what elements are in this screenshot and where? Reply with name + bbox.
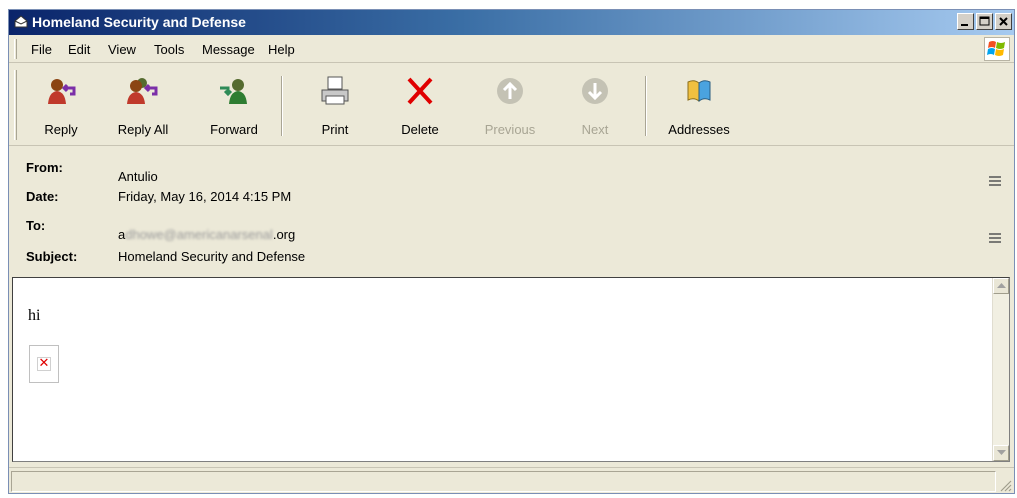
forward-button[interactable]: Forward <box>197 74 271 142</box>
scroll-up-button[interactable] <box>993 278 1009 294</box>
subject-value: Homeland Security and Defense <box>118 249 306 264</box>
delete-label: Delete <box>401 122 439 137</box>
next-icon <box>582 78 608 104</box>
status-bar <box>9 467 1014 494</box>
toolbar-separator <box>281 76 283 136</box>
previous-icon <box>497 78 523 104</box>
next-label: Next <box>581 122 609 137</box>
toolbar: Reply Reply All Forward Print Delete Pre… <box>9 64 1014 146</box>
previous-label: Previous <box>484 122 536 137</box>
windows-logo <box>984 37 1010 61</box>
addresses-label: Addresses <box>668 122 730 137</box>
maximize-button[interactable] <box>976 13 993 30</box>
menu-file[interactable]: File <box>31 42 52 57</box>
envelope-icon <box>14 15 28 28</box>
from-label: From: <box>26 160 63 175</box>
status-panel <box>11 471 996 492</box>
to-label: To: <box>26 218 46 233</box>
subject-label: Subject: <box>26 249 78 264</box>
print-button[interactable]: Print <box>307 74 363 142</box>
broken-image-icon: ✕ <box>37 356 51 371</box>
previous-button[interactable]: Previous <box>475 74 545 142</box>
toolbar-grip[interactable] <box>14 70 17 140</box>
menu-message[interactable]: Message <box>202 42 255 57</box>
menu-bar: File Edit View Tools Message Help <box>9 35 1014 63</box>
to-redacted: dhowe@americanarsenal <box>125 227 273 242</box>
menu-grip[interactable] <box>14 39 17 59</box>
message-body[interactable]: hi ✕ <box>12 277 1010 462</box>
date-value: Friday, May 16, 2014 4:15 PM <box>118 189 292 204</box>
scroll-down-icon <box>997 450 1006 455</box>
windows-flag-icon <box>987 41 1005 56</box>
print-icon <box>321 76 349 105</box>
maximize-icon <box>979 16 990 26</box>
reply-all-icon <box>127 78 158 104</box>
minimize-icon <box>961 24 968 26</box>
reply-all-label: Reply All <box>117 122 169 137</box>
to-value[interactable]: adhowe@americanarsenal.org <box>118 227 295 242</box>
expand-from-icon[interactable] <box>986 173 1004 189</box>
expand-to-icon[interactable] <box>986 230 1004 246</box>
menu-view[interactable]: View <box>108 42 136 57</box>
forward-icon <box>220 79 247 104</box>
toolbar-separator <box>645 76 647 136</box>
reply-label: Reply <box>44 122 78 137</box>
addresses-icon <box>687 80 711 103</box>
message-text: hi <box>28 307 41 324</box>
broken-image[interactable]: ✕ <box>29 345 59 383</box>
delete-icon <box>407 77 433 105</box>
close-button[interactable] <box>995 13 1012 30</box>
scroll-up-icon <box>997 283 1006 288</box>
minimize-button[interactable] <box>957 13 974 30</box>
vertical-scrollbar[interactable] <box>992 278 1009 461</box>
close-icon <box>999 17 1008 26</box>
message-header: From: Antulio Date: Friday, May 16, 2014… <box>9 147 1014 275</box>
to-suffix: .org <box>272 227 296 242</box>
window-title: Homeland Security and Defense <box>32 14 246 30</box>
reply-icon <box>48 79 76 104</box>
print-label: Print <box>321 122 349 137</box>
reply-button[interactable]: Reply <box>31 74 91 142</box>
addresses-button[interactable]: Addresses <box>657 74 741 142</box>
mail-window: Homeland Security and Defense File Edit … <box>8 9 1015 494</box>
next-button[interactable]: Next <box>567 74 623 142</box>
title-bar[interactable]: Homeland Security and Defense <box>9 10 1014 35</box>
reply-all-button[interactable]: Reply All <box>109 74 177 142</box>
menu-help[interactable]: Help <box>268 42 295 57</box>
date-label: Date: <box>26 189 59 204</box>
delete-button[interactable]: Delete <box>392 74 448 142</box>
menu-edit[interactable]: Edit <box>68 42 90 57</box>
menu-tools[interactable]: Tools <box>154 42 184 57</box>
from-value[interactable]: Antulio <box>118 169 158 184</box>
resize-grip-icon[interactable] <box>998 478 1012 492</box>
forward-label: Forward <box>210 122 258 137</box>
scroll-down-button[interactable] <box>993 445 1009 461</box>
